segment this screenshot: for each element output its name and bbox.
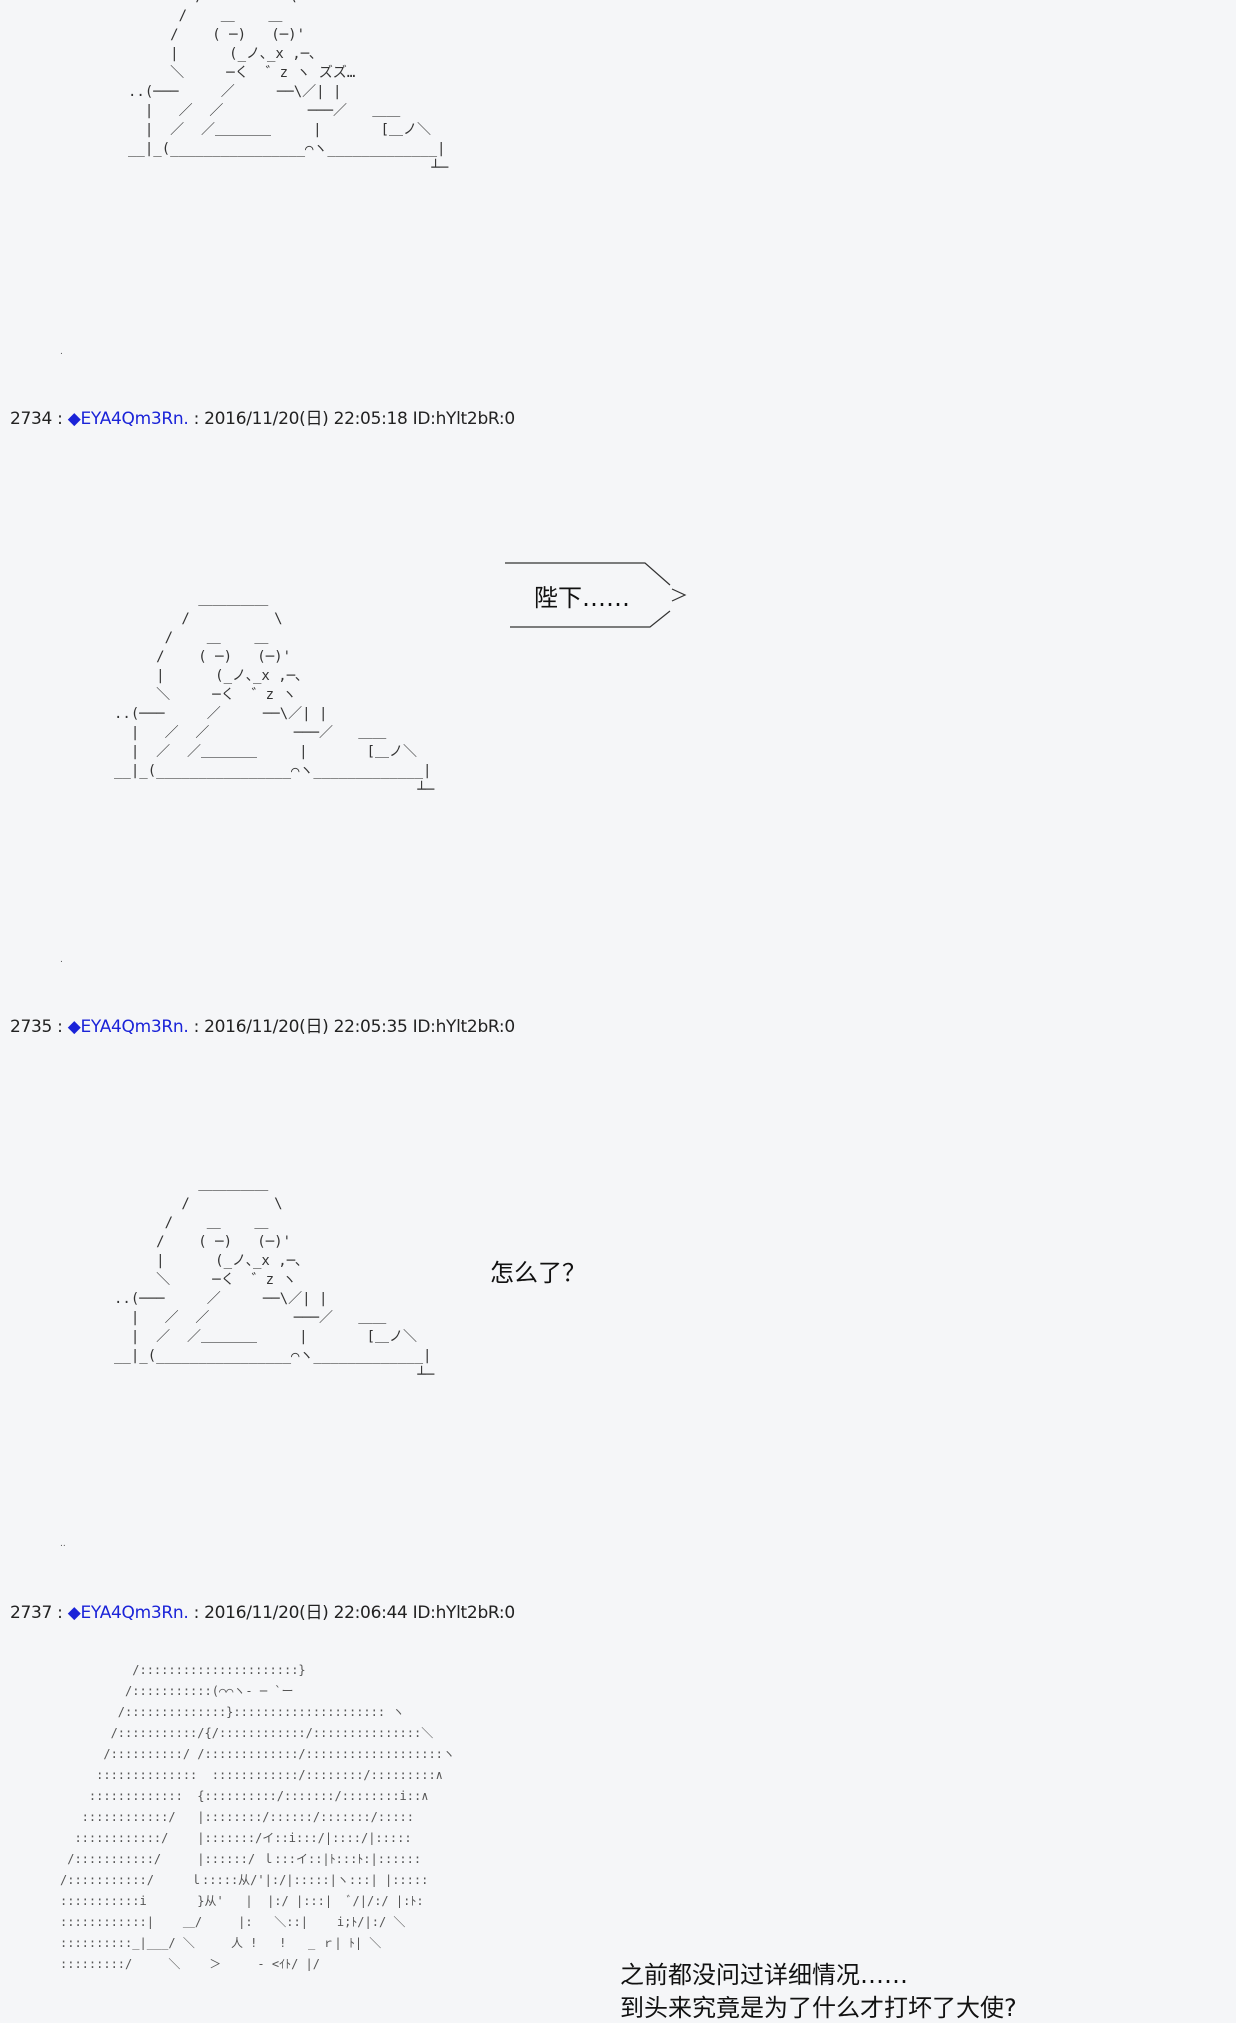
separator: : — [188, 1603, 205, 1623]
separator: : — [52, 1603, 68, 1623]
ascii-art-sleeping-figure-3: ＿＿＿＿＿ / \ / ＿ ＿ / ( ─) (─)' | (_ノ､_x ,─､… — [114, 1177, 435, 1383]
post-header-2735: 2735 : ◆EYA4Qm3Rn. : 2016/11/20(日) 22:05… — [10, 1012, 515, 1037]
separator: : — [52, 409, 68, 429]
separator-dot: . — [60, 955, 63, 965]
post-header-2734: 2734 : ◆EYA4Qm3Rn. : 2016/11/20(日) 22:05… — [10, 404, 515, 429]
post-number[interactable]: 2734 — [10, 409, 52, 429]
dialogue-line-3: 之前都没问过详细情况…… — [620, 1961, 908, 1989]
ascii-art-sleeping-figure-top: / \ / ＿ ＿ / ( ─) (─)' | (_ノ､_x ,─､ ＼ ─く … — [128, 0, 449, 176]
separator: : — [188, 1017, 205, 1037]
ascii-art-sleeping-figure-2: ＿＿＿＿＿ / \ / ＿ ＿ / ( ─) (─)' | (_ノ､_x ,─､… — [114, 592, 435, 798]
post-number[interactable]: 2735 — [10, 1017, 52, 1037]
separator-dot: .. — [60, 1539, 66, 1549]
poster-name-link[interactable]: ◆EYA4Qm3Rn. — [68, 1017, 189, 1037]
post-datetime: 2016/11/20(日) 22:05:18 ID:hYlt2bR:0 — [204, 409, 515, 429]
post-datetime: 2016/11/20(日) 22:05:35 ID:hYlt2bR:0 — [204, 1017, 515, 1037]
separator: : — [52, 1017, 68, 1037]
poster-name-link[interactable]: ◆EYA4Qm3Rn. — [68, 1603, 189, 1623]
dialogue-line-4: 到头来究竟是为了什么才打坏了大使? — [620, 1994, 1017, 2022]
poster-name-link[interactable]: ◆EYA4Qm3Rn. — [68, 409, 189, 429]
separator-dot: . — [60, 347, 63, 357]
dialogue-line-1: 陛下…… — [534, 584, 630, 612]
separator: : — [188, 409, 205, 429]
post-header-2737: 2737 : ◆EYA4Qm3Rn. : 2016/11/20(日) 22:06… — [10, 1598, 515, 1623]
ascii-art-dense-figure: /::::::::::::::::::::::} /:::::::::::(⌒⌒… — [60, 1663, 455, 1971]
dialogue-line-2: 怎么了？ — [490, 1259, 586, 1287]
post-number[interactable]: 2737 — [10, 1603, 52, 1623]
post-datetime: 2016/11/20(日) 22:06:44 ID:hYlt2bR:0 — [204, 1603, 515, 1623]
